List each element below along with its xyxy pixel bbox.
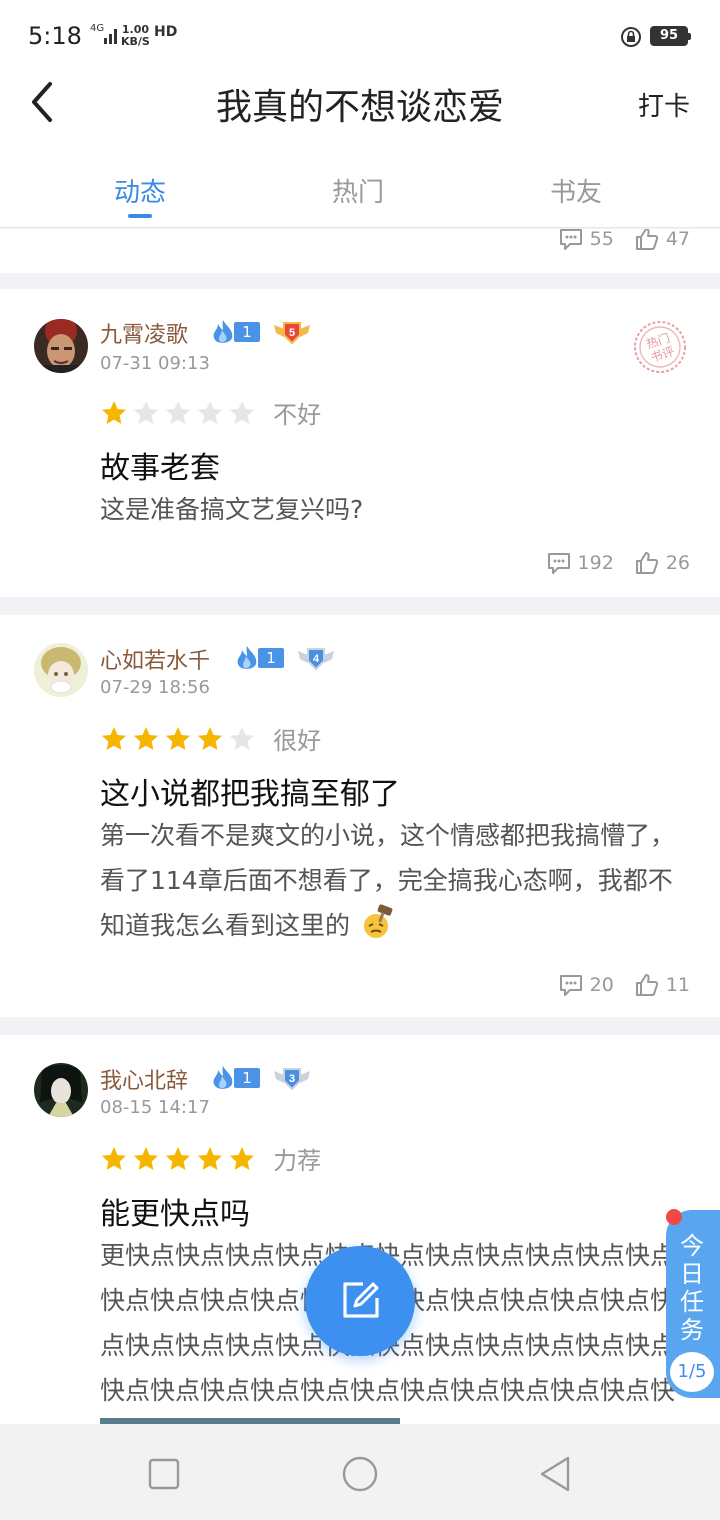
- post-timestamp: 08-15 14:17: [100, 1097, 210, 1118]
- daily-task-label: 今日任务: [680, 1232, 704, 1344]
- page-title: 我真的不想谈恋爱: [215, 87, 504, 128]
- system-nav-bar: [0, 1424, 720, 1520]
- comment-icon[interactable]: [546, 550, 572, 576]
- star-filled-icon: [102, 400, 126, 424]
- level-number: 3: [289, 1073, 295, 1085]
- fan-level: 1: [234, 322, 260, 342]
- post-card[interactable]: 九霄凌歌 1 5 07-31 09:13 热门 书评 不好 故事老套 这是准备搞…: [0, 289, 720, 597]
- user-level-badge: 4: [298, 648, 334, 671]
- username[interactable]: 心如若水千: [100, 643, 210, 675]
- post-title[interactable]: 故事老套: [100, 443, 220, 487]
- back-icon[interactable]: [20, 78, 68, 126]
- star-empty-icon: [230, 726, 254, 750]
- star-empty-icon: [198, 400, 222, 424]
- post-title[interactable]: 这小说都把我搞至郁了: [100, 769, 400, 813]
- post-stats: 20 11: [558, 971, 690, 999]
- fan-level-badge: 1: [232, 646, 284, 670]
- star-filled-icon: [198, 1146, 222, 1170]
- rating-label: 不好: [273, 401, 322, 429]
- like-count: 47: [665, 229, 690, 250]
- post-stats: 55 47: [558, 229, 690, 253]
- comment-count: 55: [589, 229, 614, 250]
- like-icon[interactable]: [634, 972, 660, 998]
- signal-icon: [104, 29, 117, 44]
- edit-icon: [343, 1282, 379, 1318]
- rating-stars: 力荐: [100, 1141, 321, 1175]
- tab-bar: 动态 热门 书友: [0, 152, 720, 228]
- like-count: 11: [665, 974, 690, 996]
- rotation-lock-icon: [621, 27, 641, 47]
- post-card-partial[interactable]: 55 47: [0, 229, 720, 273]
- star-filled-icon: [230, 1146, 254, 1170]
- star-filled-icon: [134, 726, 158, 750]
- star-empty-icon: [166, 400, 190, 424]
- tab-hot[interactable]: 热门: [288, 172, 428, 209]
- hot-review-stamp: 热门 书评: [634, 321, 686, 373]
- post-timestamp: 07-31 09:13: [100, 353, 210, 374]
- daily-task-widget[interactable]: 今日任务 1/5: [666, 1210, 720, 1398]
- fan-level-badge: 1: [208, 320, 260, 344]
- avatar[interactable]: [34, 1063, 88, 1117]
- star-empty-icon: [134, 400, 158, 424]
- recent-apps-icon[interactable]: [144, 1454, 184, 1494]
- hd-indicator: HD: [154, 24, 178, 40]
- fan-level-badge: 1: [208, 1066, 260, 1090]
- app-root: 5:18 4G 1.00 KB/S HD 95 我真的不想谈恋爱 打卡 动态 热…: [0, 0, 720, 1520]
- tab-indicator: [128, 214, 152, 218]
- post-timestamp: 07-29 18:56: [100, 677, 210, 698]
- nav-back-icon[interactable]: [536, 1454, 576, 1494]
- home-icon[interactable]: [340, 1454, 380, 1494]
- battery-icon: 95: [650, 26, 691, 46]
- like-icon[interactable]: [634, 229, 660, 252]
- tab-friends[interactable]: 书友: [506, 172, 646, 209]
- star-filled-icon: [166, 726, 190, 750]
- level-number: 4: [313, 653, 320, 665]
- star-filled-icon: [134, 1146, 158, 1170]
- comment-count: 192: [577, 552, 614, 574]
- rating-label: 力荐: [273, 1147, 322, 1175]
- star-filled-icon: [198, 726, 222, 750]
- fan-level: 1: [258, 648, 284, 668]
- checkin-button[interactable]: 打卡: [638, 86, 690, 123]
- post-card[interactable]: 心如若水千 1 4 07-29 18:56 很好 这小说都把我搞至郁了 第一次看: [0, 615, 720, 1017]
- network-type: 4G: [90, 23, 105, 34]
- like-icon[interactable]: [634, 550, 660, 576]
- app-header: 我真的不想谈恋爱 打卡: [0, 72, 720, 152]
- star-filled-icon: [102, 726, 126, 750]
- fan-level: 1: [234, 1068, 260, 1088]
- comment-icon[interactable]: [558, 229, 584, 252]
- rating-stars: 很好: [100, 721, 321, 755]
- post-body[interactable]: 第一次看不是爽文的小说，这个情感都把我搞懵了，看了114章后面不想看了，完全搞我…: [100, 813, 690, 948]
- avatar[interactable]: [34, 319, 88, 373]
- status-time: 5:18: [28, 22, 82, 50]
- network-speed: 1.00 KB/S: [121, 24, 150, 48]
- post-body[interactable]: 这是准备搞文艺复兴吗?: [100, 487, 690, 532]
- speed-unit: KB/S: [121, 35, 150, 48]
- avatar[interactable]: [34, 643, 88, 697]
- tab-feed[interactable]: 动态: [70, 172, 210, 209]
- rating-label: 很好: [273, 727, 322, 755]
- daily-task-count: 1/5: [670, 1352, 714, 1392]
- comment-count: 20: [589, 974, 614, 996]
- star-empty-icon: [230, 400, 254, 424]
- comment-icon[interactable]: [558, 972, 584, 998]
- username[interactable]: 我心北辞: [100, 1063, 188, 1095]
- like-count: 26: [665, 552, 690, 574]
- post-card[interactable]: 我心北辞 1 3 08-15 14:17 力荐 能更快点吗 更快点快点快点快点快…: [0, 1035, 720, 1424]
- rating-stars: 不好: [100, 395, 321, 429]
- hammer-emoji-icon: [363, 904, 393, 938]
- post-title[interactable]: 能更快点吗: [100, 1189, 250, 1233]
- star-filled-icon: [166, 1146, 190, 1170]
- star-filled-icon: [102, 1146, 126, 1170]
- post-feed[interactable]: 55 47 九霄凌歌 1 5 07-31 09:13 热门 书评 不好 故事老套…: [0, 229, 720, 1424]
- user-level-badge: 5: [274, 322, 310, 345]
- username[interactable]: 九霄凌歌: [100, 317, 188, 349]
- status-bar: 5:18 4G 1.00 KB/S HD 95: [0, 0, 720, 72]
- level-number: 5: [289, 327, 295, 339]
- user-level-badge: 3: [274, 1068, 310, 1091]
- write-post-button[interactable]: [305, 1246, 415, 1356]
- post-stats: 192 26: [546, 549, 690, 577]
- notification-dot: [666, 1209, 682, 1225]
